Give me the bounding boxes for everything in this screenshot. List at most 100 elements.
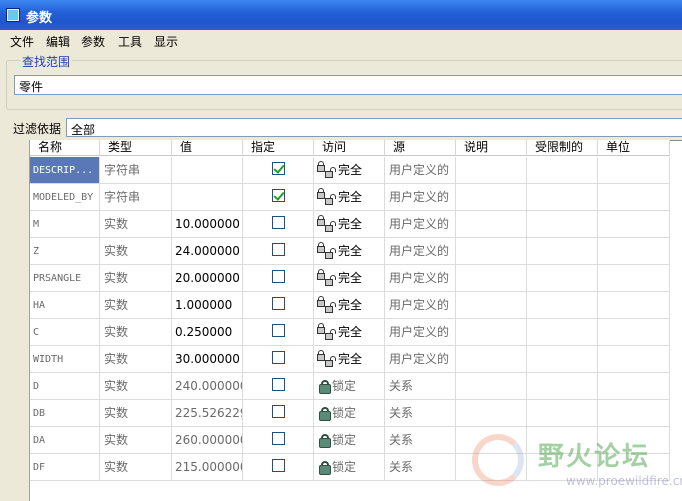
column-header-designated[interactable]: 指定 bbox=[243, 140, 314, 155]
lock-icon bbox=[319, 407, 331, 421]
designated-checkbox[interactable] bbox=[272, 216, 285, 229]
table-row[interactable]: D 实数 240.000000 锁定 关系 bbox=[30, 373, 670, 400]
param-restricted-cell bbox=[527, 157, 598, 184]
designated-cell bbox=[243, 319, 314, 346]
designated-checkbox[interactable] bbox=[272, 324, 285, 337]
table-row[interactable]: DB 实数 225.526229 锁定 关系 bbox=[30, 400, 670, 427]
param-restricted-cell bbox=[527, 211, 598, 238]
param-value-cell[interactable]: 240.000000 bbox=[172, 373, 243, 400]
designated-checkbox[interactable] bbox=[272, 378, 285, 391]
table-row[interactable]: DF 实数 215.000000 锁定 关系 bbox=[30, 454, 670, 481]
param-note-cell bbox=[456, 319, 527, 346]
param-value-cell[interactable]: 225.526229 bbox=[172, 400, 243, 427]
menu-params[interactable]: 参数 bbox=[81, 33, 105, 50]
param-type-cell: 实数 bbox=[100, 454, 172, 481]
access-cell: 完全 bbox=[314, 238, 385, 265]
param-name-cell[interactable]: PRSANGLE bbox=[30, 265, 100, 292]
table-row[interactable]: PRSANGLE 实数 20.000000 完全 用户定义的 bbox=[30, 265, 670, 292]
param-name-cell[interactable]: DF bbox=[30, 454, 100, 481]
designated-checkbox[interactable] bbox=[272, 270, 285, 283]
column-header-source[interactable]: 源 bbox=[385, 140, 456, 155]
column-header-name[interactable]: 名称 bbox=[30, 140, 100, 155]
param-value-cell[interactable]: 20.000000 bbox=[172, 265, 243, 292]
param-note-cell bbox=[456, 454, 527, 481]
unlock-icon bbox=[317, 161, 337, 181]
designated-checkbox[interactable] bbox=[272, 432, 285, 445]
column-header-note[interactable]: 说明 bbox=[456, 140, 527, 155]
table-row[interactable]: DA 实数 260.000000 锁定 关系 bbox=[30, 427, 670, 454]
param-name-cell[interactable]: MODELED_BY bbox=[30, 184, 100, 211]
table-row[interactable]: DESCRIP... 字符串 完全 用户定义的 bbox=[30, 157, 670, 184]
access-label: 完全 bbox=[338, 163, 363, 177]
designated-checkbox[interactable] bbox=[272, 243, 285, 256]
param-source-cell: 用户定义的 bbox=[385, 292, 456, 319]
param-name-cell[interactable]: Z bbox=[30, 238, 100, 265]
param-value-cell[interactable] bbox=[172, 184, 243, 211]
param-source-cell: 用户定义的 bbox=[385, 157, 456, 184]
unlock-icon bbox=[317, 188, 337, 208]
param-restricted-cell bbox=[527, 184, 598, 211]
param-restricted-cell bbox=[527, 427, 598, 454]
table-row[interactable]: WIDTH 实数 30.000000 完全 用户定义的 bbox=[30, 346, 670, 373]
table-row[interactable]: M 实数 10.000000 完全 用户定义的 bbox=[30, 211, 670, 238]
access-cell: 锁定 bbox=[314, 400, 385, 427]
param-restricted-cell bbox=[527, 292, 598, 319]
access-wrap: 完全 bbox=[317, 265, 362, 291]
access-label: 完全 bbox=[338, 352, 363, 366]
designated-checkbox[interactable] bbox=[272, 351, 285, 364]
param-name-cell[interactable]: D bbox=[30, 373, 100, 400]
param-value-cell[interactable]: 24.000000 bbox=[172, 238, 243, 265]
param-value-cell[interactable]: 215.000000 bbox=[172, 454, 243, 481]
param-value-cell[interactable]: 0.250000 bbox=[172, 319, 243, 346]
param-unit-cell bbox=[598, 157, 670, 184]
param-value-cell[interactable] bbox=[172, 157, 243, 184]
param-value-cell[interactable]: 10.000000 bbox=[172, 211, 243, 238]
designated-checkbox[interactable] bbox=[272, 162, 285, 175]
table-row[interactable]: C 实数 0.250000 完全 用户定义的 bbox=[30, 319, 670, 346]
filter-select[interactable]: 全部 bbox=[66, 118, 682, 137]
designated-checkbox[interactable] bbox=[272, 405, 285, 418]
param-value-cell[interactable]: 30.000000 bbox=[172, 346, 243, 373]
scope-select[interactable]: 零件 bbox=[14, 75, 682, 95]
column-header-value[interactable]: 值 bbox=[172, 140, 243, 155]
param-name-cell[interactable]: DB bbox=[30, 400, 100, 427]
access-cell: 完全 bbox=[314, 319, 385, 346]
param-name-cell[interactable]: HA bbox=[30, 292, 100, 319]
table-row[interactable]: HA 实数 1.000000 完全 用户定义的 bbox=[30, 292, 670, 319]
menu-tools[interactable]: 工具 bbox=[118, 33, 142, 50]
param-source-cell: 关系 bbox=[385, 454, 456, 481]
table-row[interactable]: MODELED_BY 字符串 完全 用户定义的 bbox=[30, 184, 670, 211]
param-name-cell[interactable]: M bbox=[30, 211, 100, 238]
column-header-access[interactable]: 访问 bbox=[314, 140, 385, 155]
access-wrap: 完全 bbox=[317, 292, 363, 318]
param-value-cell[interactable]: 1.000000 bbox=[172, 292, 243, 319]
param-name-cell[interactable]: C bbox=[30, 319, 100, 346]
param-name-cell[interactable]: DA bbox=[30, 427, 100, 454]
param-value-cell[interactable]: 260.000000 bbox=[172, 427, 243, 454]
menu-display[interactable]: 显示 bbox=[154, 33, 178, 50]
lock-icon bbox=[319, 380, 331, 394]
access-cell: 完全 bbox=[314, 265, 385, 292]
scope-legend: 查找范围 bbox=[20, 53, 73, 70]
param-name-cell[interactable]: DESCRIP... bbox=[30, 157, 100, 184]
access-label: 完全 bbox=[338, 217, 363, 231]
param-unit-cell bbox=[598, 346, 670, 373]
column-header-type[interactable]: 类型 bbox=[100, 140, 172, 155]
lock-icon bbox=[319, 461, 331, 475]
access-label: 完全 bbox=[338, 298, 363, 312]
column-header-unit[interactable]: 单位 bbox=[598, 140, 670, 155]
param-source-cell: 关系 bbox=[385, 373, 456, 400]
column-header-restricted[interactable]: 受限制的 bbox=[527, 140, 598, 155]
param-unit-cell bbox=[598, 454, 670, 481]
access-label: 完全 bbox=[338, 244, 363, 258]
param-name-cell[interactable]: WIDTH bbox=[30, 346, 100, 373]
param-note-cell bbox=[456, 346, 527, 373]
designated-checkbox[interactable] bbox=[272, 297, 285, 310]
designated-checkbox[interactable] bbox=[272, 189, 285, 202]
table-row[interactable]: Z 实数 24.000000 完全 用户定义的 bbox=[30, 238, 670, 265]
param-type-cell: 实数 bbox=[100, 346, 172, 373]
access-wrap: 锁定 bbox=[317, 400, 356, 426]
designated-checkbox[interactable] bbox=[272, 459, 285, 472]
menu-file[interactable]: 文件 bbox=[10, 33, 34, 50]
menu-edit[interactable]: 编辑 bbox=[46, 33, 70, 50]
